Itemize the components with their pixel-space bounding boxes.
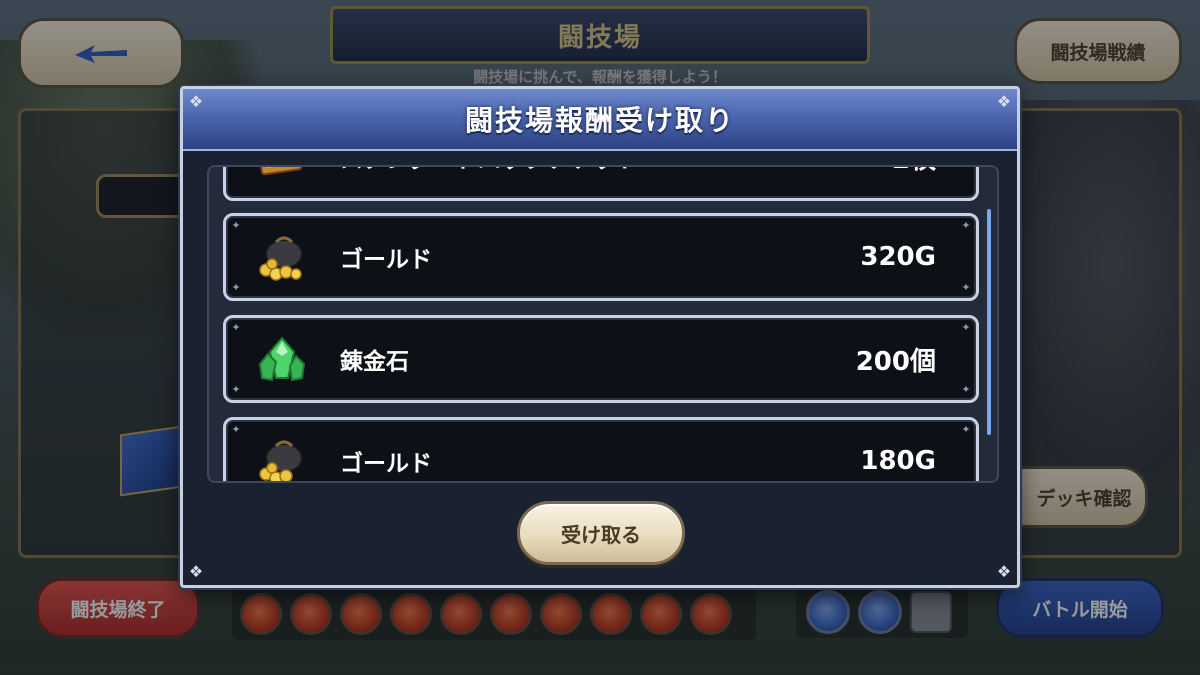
reward-quantity: 180G [860,446,936,476]
list-scrollbar[interactable] [987,209,991,435]
reward-quantity: 320G [860,242,936,272]
row-ornament-icon: ✦ [961,321,971,334]
corner-ornament-icon: ❖ [188,92,204,111]
gold-bag-icon [259,236,303,281]
row-ornament-icon: ✦ [231,423,241,436]
row-ornament-icon: ✦ [961,423,971,436]
reward-list[interactable]: スタンダードパックチケット 2枚 ✦ ✦ ✦ ✦ ゴールド [207,165,999,483]
reward-row: ✦ ✦ ✦ ✦ 錬金石 200個 [223,315,979,403]
row-ornament-icon: ✦ [231,321,241,334]
row-ornament-icon: ✦ [961,383,971,396]
corner-ornament-icon: ❖ [188,562,204,581]
reward-row: ✦ ✦ ゴールド 180G [223,417,979,481]
reward-name: ゴールド [340,247,432,273]
row-ornament-icon: ✦ [961,281,971,294]
reward-quantity: 2枚 [892,167,936,198]
modal-header: 闘技場報酬受け取り [183,89,1017,151]
gold-bag-icon [259,440,303,481]
reward-name: スタンダードパックチケット [340,167,639,198]
reward-row: ✦ ✦ ✦ ✦ ゴールド 320G [223,213,979,301]
modal-title: 闘技場報酬受け取り [464,104,735,137]
alchemy-stone-icon [258,336,306,382]
reward-quantity: 200個 [855,346,936,377]
reward-modal: 闘技場報酬受け取り ❖ ❖ ❖ ❖ スタンダードパックチケット 2枚 ✦ ✦ ✦… [180,86,1020,588]
corner-ornament-icon: ❖ [996,562,1012,581]
reward-name: 錬金石 [340,349,409,375]
row-ornament-icon: ✦ [231,281,241,294]
claim-button[interactable]: 受け取る [517,501,685,565]
corner-ornament-icon: ❖ [996,92,1012,111]
reward-row: スタンダードパックチケット 2枚 [223,167,979,201]
row-ornament-icon: ✦ [961,219,971,232]
row-ornament-icon: ✦ [231,383,241,396]
reward-name: ゴールド [340,451,432,477]
ticket-icon [257,167,303,176]
row-ornament-icon: ✦ [231,219,241,232]
